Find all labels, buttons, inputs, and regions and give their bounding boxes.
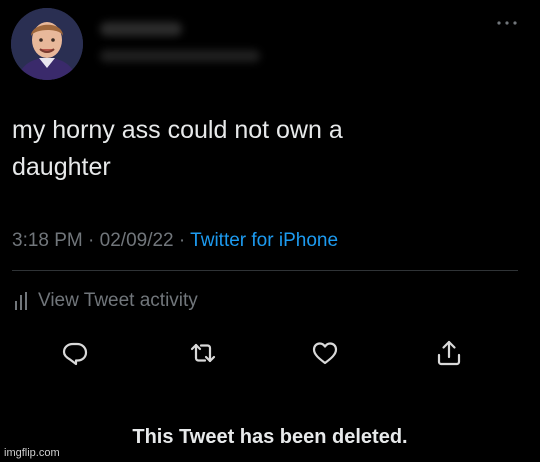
- meta-separator: ·: [82, 230, 100, 251]
- avatar-image: [11, 8, 83, 80]
- retweet-button[interactable]: [188, 338, 218, 368]
- tweet-action-bar: [0, 338, 540, 368]
- imgflip-watermark: imgflip.com: [4, 447, 60, 459]
- author-handle-redacted[interactable]: [100, 50, 260, 62]
- tweet-meta: 3:18 PM · 02/09/22 · Twitter for iPhone: [12, 228, 338, 254]
- tweet-date[interactable]: 02/09/22: [100, 230, 174, 251]
- tweet-time[interactable]: 3:18 PM: [12, 230, 83, 251]
- view-tweet-activity-link[interactable]: View Tweet activity: [14, 288, 198, 314]
- avatar[interactable]: [11, 8, 83, 80]
- tweet-source-link[interactable]: Twitter for iPhone: [190, 230, 338, 251]
- analytics-icon: [15, 292, 27, 310]
- divider: [12, 270, 518, 271]
- meta-separator: ·: [173, 230, 191, 251]
- like-button[interactable]: [310, 338, 340, 368]
- share-button[interactable]: [434, 338, 464, 368]
- more-options-icon[interactable]: [496, 14, 518, 25]
- view-tweet-activity-label: View Tweet activity: [38, 290, 198, 311]
- tweet-text: my horny ass could not own a daughter: [12, 116, 343, 181]
- like-icon: [312, 342, 338, 365]
- reply-icon: [62, 342, 88, 366]
- reply-button[interactable]: [60, 338, 90, 368]
- share-icon: [437, 340, 461, 366]
- author-name-redacted[interactable]: [100, 22, 182, 36]
- tweet-deleted-notice: This Tweet has been deleted.: [132, 426, 408, 448]
- retweet-icon: [190, 343, 216, 363]
